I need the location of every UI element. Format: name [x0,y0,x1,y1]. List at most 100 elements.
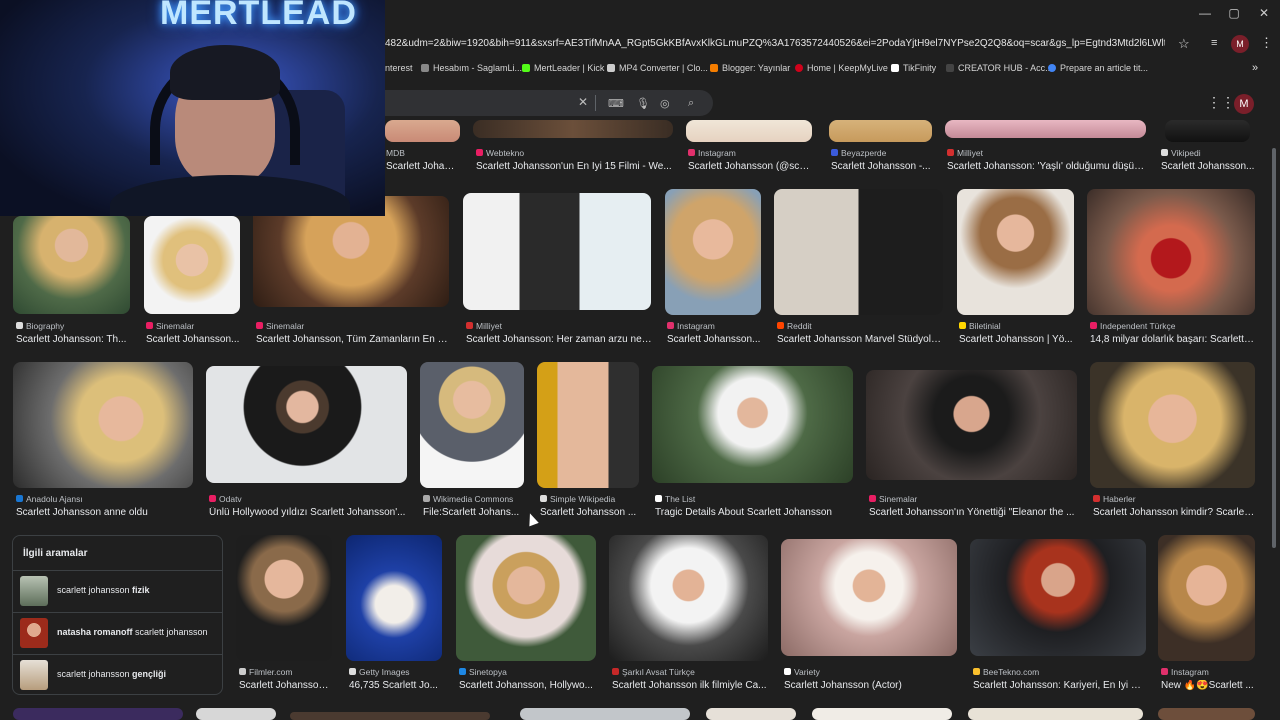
image-result[interactable] [196,708,276,720]
microphone-icon[interactable]: 🎙 [636,97,650,110]
result-title[interactable]: Scarlett Johansson: Th... [16,334,130,345]
result-title[interactable]: Scarlett Johansson, Tüm Zamanların En Ç.… [256,334,450,345]
thelist-icon [655,495,662,502]
result-title[interactable]: Scarlett Johansson: 'Yaşlı' olduğumu düş… [947,161,1145,172]
result-title[interactable]: Scarlett Johansson... [386,161,458,172]
result-title[interactable]: Scarlett Johansson... [146,334,240,345]
image-result[interactable] [945,120,1146,138]
image-result[interactable] [1158,708,1255,720]
image-result[interactable] [781,539,957,656]
image-result[interactable] [346,535,442,661]
related-search-item[interactable]: scarlett johansson gençliği [13,654,222,694]
image-result[interactable] [866,370,1077,480]
image-result[interactable] [665,189,761,315]
result-title[interactable]: Scarlett Johansson'ın Yönettiği "Eleanor… [869,507,1077,518]
minimize-button[interactable]: — [1195,6,1215,20]
result-title[interactable]: Tragic Details About Scarlett Johansson [655,507,853,518]
bookmark-item[interactable]: Prepare an article tit... [1048,63,1148,73]
bookmark-item[interactable]: TikFinity [891,63,936,73]
result-title[interactable]: Ünlü Hollywood yıldızı Scarlett Johansso… [209,507,407,518]
image-result[interactable] [829,120,932,142]
star-icon[interactable]: ☆ [1178,36,1190,52]
image-result[interactable] [1090,362,1255,488]
image-result[interactable] [13,362,193,488]
image-result[interactable] [420,362,524,488]
result-source: Biletinial [959,321,1074,331]
profile-avatar[interactable]: M [1231,35,1249,53]
result-title[interactable]: Scarlett Johansson anne oldu [16,507,193,518]
image-result[interactable] [385,120,460,142]
lens-icon[interactable]: ◎ [660,97,670,110]
image-result[interactable] [206,366,407,483]
bookmark-item[interactable]: Blogger: Yayınlar [710,63,790,73]
image-result[interactable] [144,216,240,314]
result-title[interactable]: Scarlett Johansson, Hollywo... [459,680,596,691]
result-title[interactable]: Scarlett Johansson | Yö... [959,334,1074,345]
result-title[interactable]: Scarlett Johansson: Kariyeri, En İyi Fi.… [973,680,1146,691]
image-result[interactable] [1158,535,1255,661]
image-result[interactable] [1165,120,1250,142]
image-result[interactable] [463,193,651,310]
image-result[interactable] [1087,189,1255,315]
result-title[interactable]: Scarlett Johansson ... [540,507,638,518]
tikfinity-icon [891,64,899,72]
close-window-button[interactable]: ✕ [1254,6,1274,20]
page-scrollbar[interactable] [1272,148,1276,548]
image-result[interactable] [774,189,943,315]
bookmark-item[interactable]: Home | KeepMyLive [795,63,888,73]
bookmark-item[interactable]: nterest [385,63,413,73]
image-result[interactable] [970,539,1146,656]
image-result[interactable] [537,362,639,488]
search-input[interactable]: ✕ ⌨ 🎙 ◎ ⌕ [385,90,713,116]
result-title[interactable]: Scarlett Johansson'un En İyi 15 Filmi - … [476,161,672,172]
related-search-item[interactable]: natasha romanoff scarlett johansson [13,612,222,652]
image-result[interactable] [290,712,490,720]
wikipedia-icon [1161,149,1168,156]
image-result[interactable] [520,708,690,720]
image-result[interactable] [812,708,952,720]
image-result[interactable] [609,535,768,661]
keyboard-icon[interactable]: ⌨ [608,97,624,110]
bookmark-item[interactable]: MP4 Converter | Clo... [607,63,708,73]
result-title[interactable]: File:Scarlett Johans... [423,507,524,518]
instagram-icon [667,322,674,329]
image-result[interactable] [473,120,673,138]
image-result[interactable] [456,535,596,661]
image-result[interactable] [957,189,1074,315]
result-title[interactable]: Scarlett Johansson... [239,680,332,691]
image-result[interactable] [652,366,853,483]
address-bar[interactable]: 482&udm=2&biw=1920&bih=911&sxsrf=AE3TifM… [385,30,1280,60]
bookmark-item[interactable]: MertLeader | Kick [522,63,604,73]
result-title[interactable]: 46,735 Scarlett Jo... [349,680,442,691]
result-title[interactable]: New 🔥😍Scarlett ... [1161,680,1255,691]
result-source: The List [655,494,853,504]
result-title[interactable]: Scarlett Johansson ilk filmiyle Ca... [612,680,768,691]
apps-grid-icon[interactable]: ⋮⋮ [1207,94,1235,111]
result-title[interactable]: Scarlett Johansson: Her zaman arzu nes..… [466,334,652,345]
result-title[interactable]: Scarlett Johansson (@sca... [688,161,812,172]
media-icon[interactable]: ≡ [1211,37,1217,49]
url-text[interactable]: 482&udm=2&biw=1920&bih=911&sxsrf=AE3TifM… [385,38,1165,49]
bookmark-item[interactable]: Hesabım - SaglamLi... [421,63,522,73]
result-title[interactable]: Scarlett Johansson (Actor) [784,680,957,691]
image-result[interactable] [686,120,812,142]
maximize-button[interactable]: ▢ [1224,6,1244,20]
image-result[interactable] [13,216,130,314]
related-search-item[interactable]: scarlett johansson fizik [13,570,222,610]
result-title[interactable]: Scarlett Johansson -... [831,161,931,172]
result-title[interactable]: Scarlett Johansson... [667,334,761,345]
image-result[interactable] [968,708,1143,720]
result-title[interactable]: Scarlett Johansson kimdir? Scarlet... [1093,507,1255,518]
account-avatar[interactable]: M [1234,94,1254,114]
image-result[interactable] [13,708,183,720]
clear-icon[interactable]: ✕ [578,95,588,109]
result-title[interactable]: Scarlett Johansson Marvel Stüdyola... [777,334,943,345]
result-title[interactable]: Scarlett Johansson... [1161,161,1256,172]
menu-icon[interactable]: ⋮ [1260,35,1273,51]
more-bookmarks-icon[interactable]: » [1252,62,1258,74]
result-title[interactable]: 14,8 milyar dolarlık başarı: Scarlett ..… [1090,334,1255,345]
bookmark-item[interactable]: CREATOR HUB - Acc... [946,63,1053,73]
search-icon[interactable]: ⌕ [688,97,694,110]
image-result[interactable] [706,708,796,720]
image-result[interactable] [236,535,332,661]
